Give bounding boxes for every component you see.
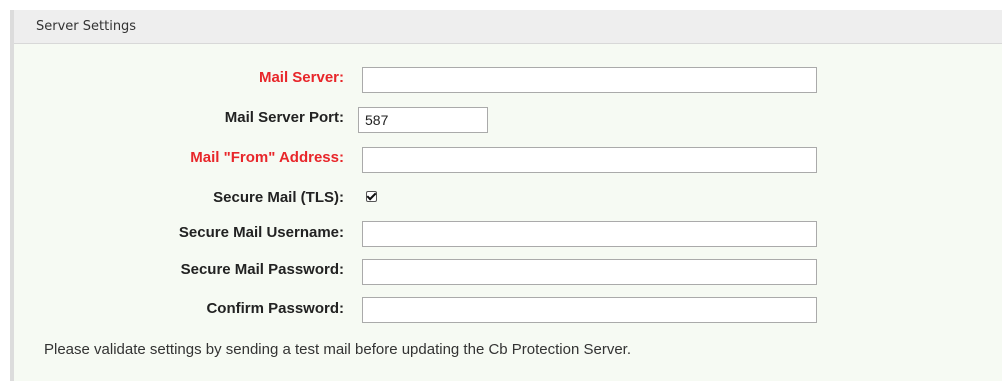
secure-mail-username-label: Secure Mail Username: (178, 224, 344, 241)
secure-mail-password-label: Secure Mail Password: (180, 261, 344, 278)
mail-from-address-input[interactable] (362, 147, 817, 173)
mail-server-port-input[interactable] (358, 107, 488, 133)
panel-title: Server Settings (36, 19, 137, 34)
confirm-password-input[interactable] (362, 297, 817, 323)
mail-server-input[interactable] (362, 67, 817, 93)
mail-server-label: Mail Server: (258, 69, 344, 86)
secure-mail-tls-checkbox[interactable] (366, 191, 377, 202)
server-settings-panel: Server Settings Mail Server: Mail Server… (10, 10, 1002, 381)
panel-header: Server Settings (14, 10, 1002, 44)
mail-from-address-label: Mail "From" Address: (190, 149, 344, 166)
secure-mail-username-input[interactable] (362, 221, 817, 247)
secure-mail-password-input[interactable] (362, 259, 817, 285)
secure-mail-tls-label: Secure Mail (TLS): (213, 189, 344, 206)
mail-server-port-label: Mail Server Port: (224, 109, 344, 126)
validation-note: Please validate settings by sending a te… (44, 341, 632, 358)
confirm-password-label: Confirm Password: (206, 300, 344, 317)
